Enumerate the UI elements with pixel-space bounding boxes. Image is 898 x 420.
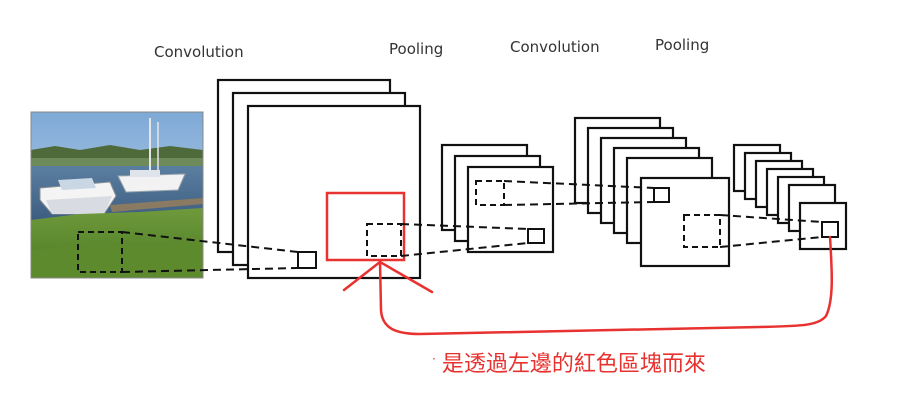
conv2-feature-maps (573, 116, 731, 268)
label-convolution-2: Convolution (510, 38, 600, 56)
pool2-feature-maps (732, 143, 848, 251)
conv1-feature-maps (216, 78, 422, 280)
label-convolution-1: Convolution (154, 43, 244, 61)
input-photo (30, 111, 204, 279)
label-pooling-2: Pooling (655, 36, 710, 54)
annotation-bullet: · (432, 351, 436, 366)
label-pooling-1: Pooling (389, 40, 444, 58)
annotation-note: · 是透過左邊的紅色區塊而來 (432, 346, 706, 378)
annotation-text: 是透過左邊的紅色區塊而來 (441, 352, 706, 377)
pool1-feature-maps (440, 143, 555, 254)
